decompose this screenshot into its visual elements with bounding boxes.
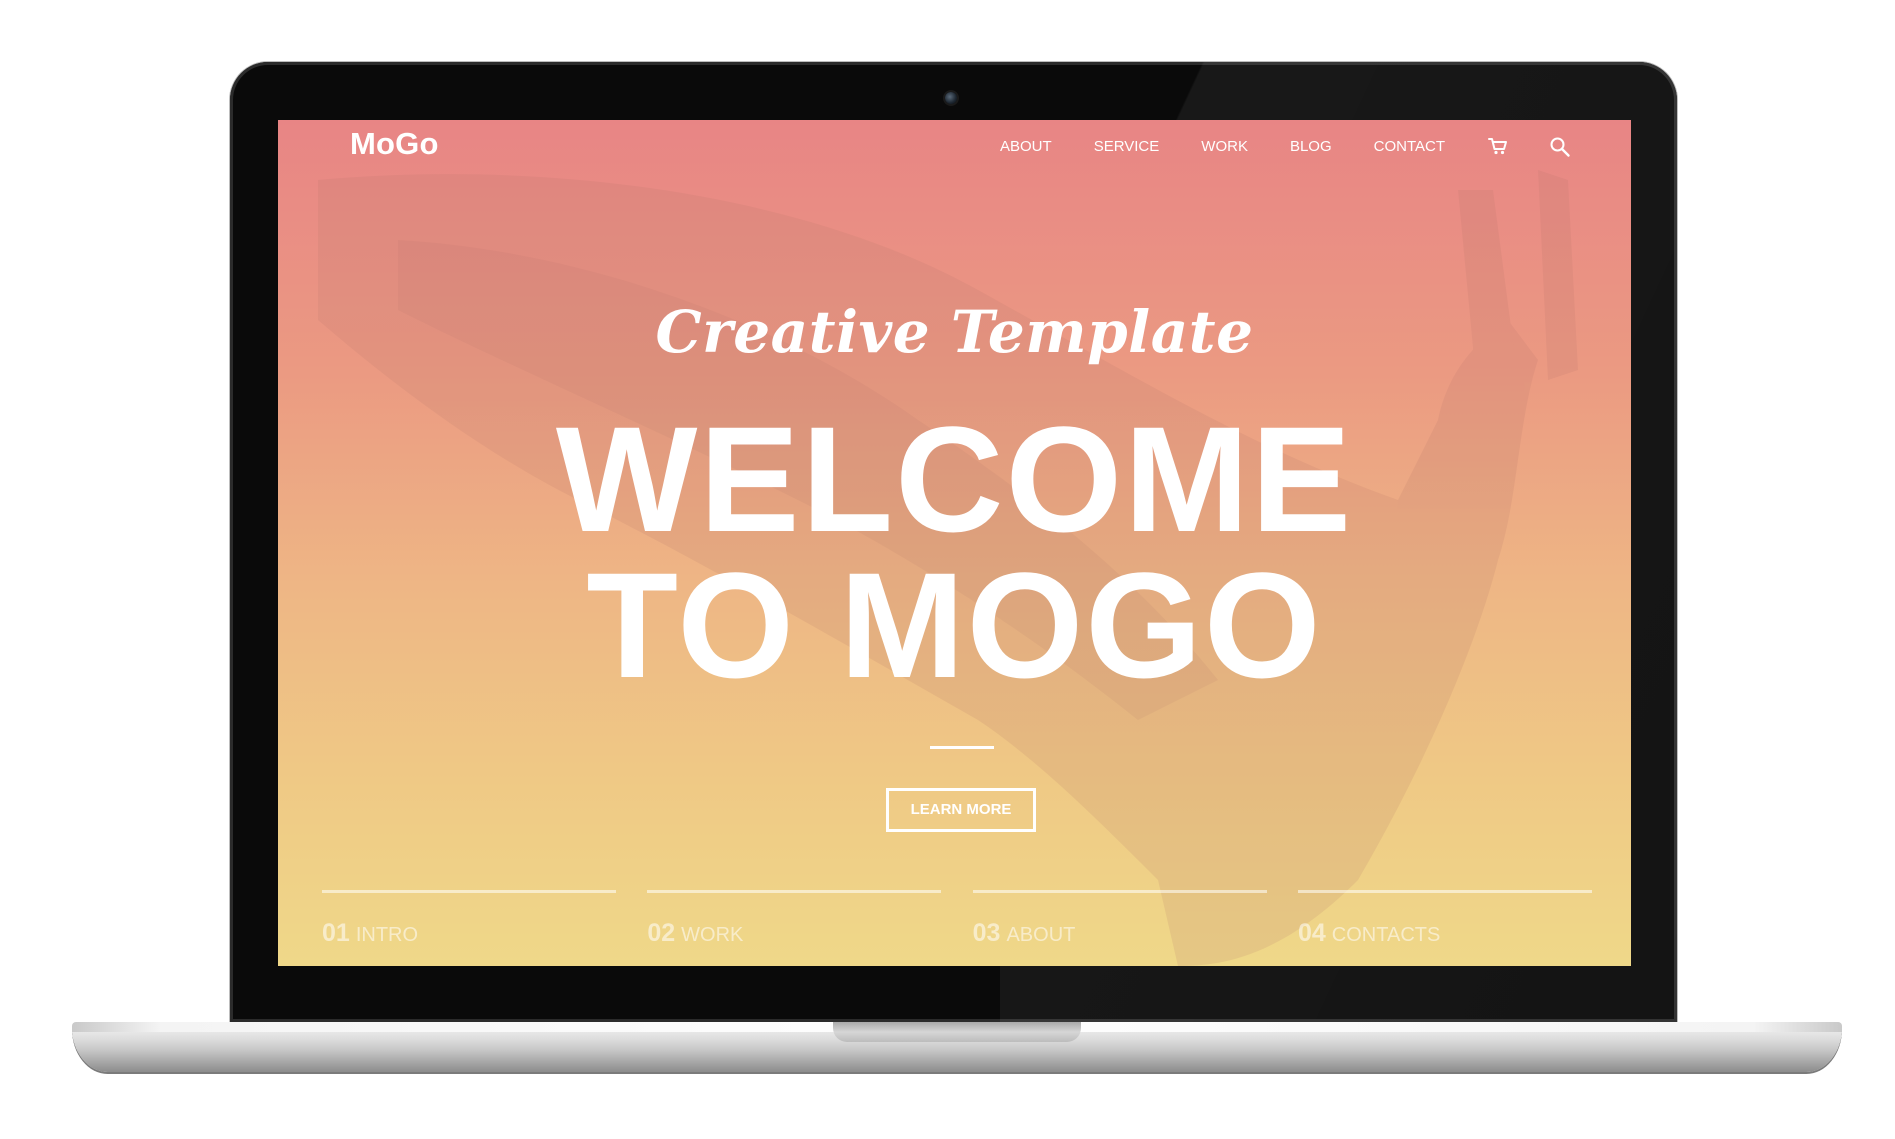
slide-number: 03 [972,919,1001,947]
laptop-screen: MoGo ABOUT SERVICE WORK BLOG CONTACT Cre… [278,120,1631,966]
main-nav: ABOUT SERVICE WORK BLOG CONTACT [1000,136,1571,157]
slide-label: WORK [681,924,744,946]
hero-headline: WELCOME TO MOGO [278,395,1631,709]
learn-more-button[interactable]: LEARN MORE [886,788,1036,832]
slide-label: CONTACTS [1331,924,1441,946]
slide-nav-item-about[interactable]: 03 ABOUT [972,890,1267,948]
nav-item-service[interactable]: SERVICE [1094,138,1160,155]
slide-number: 02 [647,919,676,947]
slide-number: 04 [1297,919,1326,947]
slide-nav-item-intro[interactable]: 01 INTRO [322,890,616,948]
hero-script-title: Creative Template [655,298,1254,366]
slide-label: INTRO [355,924,419,946]
slide-nav-item-contacts[interactable]: 04 CONTACTS [1297,890,1592,948]
slide-nav: 01 INTRO 02 WORK 03 ABOUT 04 CONTACTS [322,890,1592,948]
slide-number: 01 [322,919,350,947]
laptop-notch [833,1022,1081,1042]
slide-label: ABOUT [1006,924,1076,946]
hero-headline-line-2: TO MOGO [586,541,1323,709]
slide-nav-item-work[interactable]: 02 WORK [647,890,942,948]
nav-item-contact[interactable]: CONTACT [1374,138,1445,155]
brand-logo[interactable]: MoGo [350,126,439,162]
hero-divider [930,746,994,749]
nav-item-blog[interactable]: BLOG [1290,138,1332,155]
laptop-mockup: MoGo ABOUT SERVICE WORK BLOG CONTACT Cre… [0,0,1895,1139]
nav-item-about[interactable]: ABOUT [1000,138,1052,155]
hero-headline-line-1: WELCOME [555,395,1354,563]
search-icon[interactable] [1549,136,1571,157]
webcam-icon [945,92,957,104]
nav-item-work[interactable]: WORK [1201,138,1248,155]
cart-icon[interactable] [1487,136,1509,156]
